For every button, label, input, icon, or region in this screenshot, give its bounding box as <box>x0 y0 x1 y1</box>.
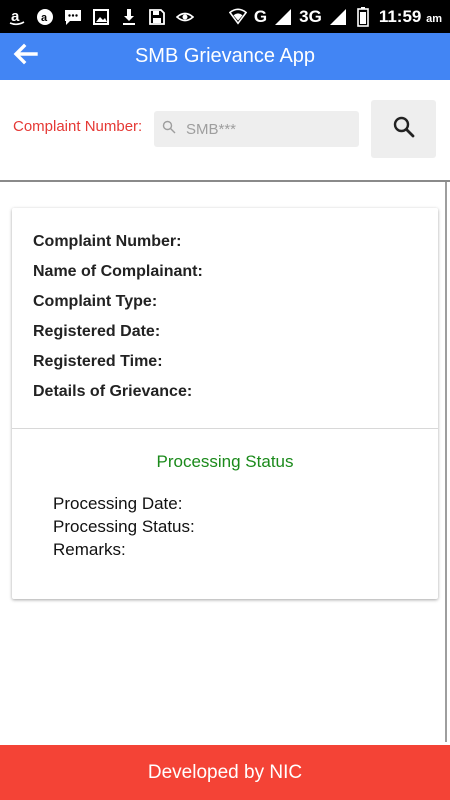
registered-date-detail: Registered Date: <box>33 323 161 340</box>
search-icon <box>393 116 415 143</box>
status-bar-notifications: a a <box>8 8 194 26</box>
complainant-name-detail: Name of Complainant: <box>33 263 203 280</box>
svg-text:a: a <box>11 8 20 25</box>
complaint-number-label: Complaint Number: <box>13 118 143 135</box>
status-bar: a a G 3G 11:59 am <box>0 0 450 33</box>
header-divider <box>0 180 450 182</box>
svg-text:a: a <box>41 12 48 24</box>
network-type: 3G <box>299 6 322 26</box>
carrier-letter: G <box>253 6 268 26</box>
save-icon <box>148 8 166 26</box>
a-circle-icon: a <box>36 8 54 26</box>
eye-icon <box>176 8 194 26</box>
complaint-number-detail: Complaint Number: <box>33 233 182 250</box>
footer-banner: Developed by NIC <box>0 745 450 800</box>
remarks-detail: Remarks: <box>53 540 126 559</box>
registered-time-detail: Registered Time: <box>33 353 163 370</box>
battery-icon <box>354 6 372 27</box>
search-button[interactable] <box>371 100 436 158</box>
complaint-details-card: Complaint Number: Name of Complainant: C… <box>12 208 438 599</box>
complaint-number-input[interactable] <box>184 119 348 139</box>
signal-icon-2 <box>329 8 347 26</box>
footer-text: Developed by NIC <box>147 761 303 783</box>
scrollbar[interactable] <box>445 182 447 742</box>
complaint-details: Complaint Number: Name of Complainant: C… <box>33 230 203 410</box>
clock-ampm: am <box>426 12 442 25</box>
app-title: SMB Grievance App <box>134 45 316 67</box>
download-icon <box>120 8 138 26</box>
processing-details: Processing Date: Processing Status: Rema… <box>53 493 195 562</box>
image-icon <box>92 8 110 26</box>
search-field-icon <box>162 120 176 139</box>
grievance-details-detail: Details of Grievance: <box>33 383 193 400</box>
status-clock: 11:59 am <box>379 7 442 27</box>
back-button[interactable] <box>0 33 50 80</box>
app-bar: SMB Grievance App <box>0 33 450 80</box>
complaint-search-field[interactable] <box>154 111 359 147</box>
arrow-left-icon <box>12 43 38 70</box>
card-separator <box>12 428 438 429</box>
status-bar-system: G 3G 11:59 am <box>228 6 442 27</box>
wifi-icon <box>228 8 247 26</box>
complaint-type-detail: Complaint Type: <box>33 293 158 310</box>
amazon-icon: a <box>8 8 26 26</box>
processing-date-detail: Processing Date: <box>53 494 183 513</box>
processing-status-title: Processing Status <box>156 452 294 471</box>
message-icon <box>64 8 82 26</box>
signal-icon <box>274 8 292 26</box>
processing-status-detail: Processing Status: <box>53 517 195 536</box>
clock-time: 11:59 <box>378 6 422 26</box>
